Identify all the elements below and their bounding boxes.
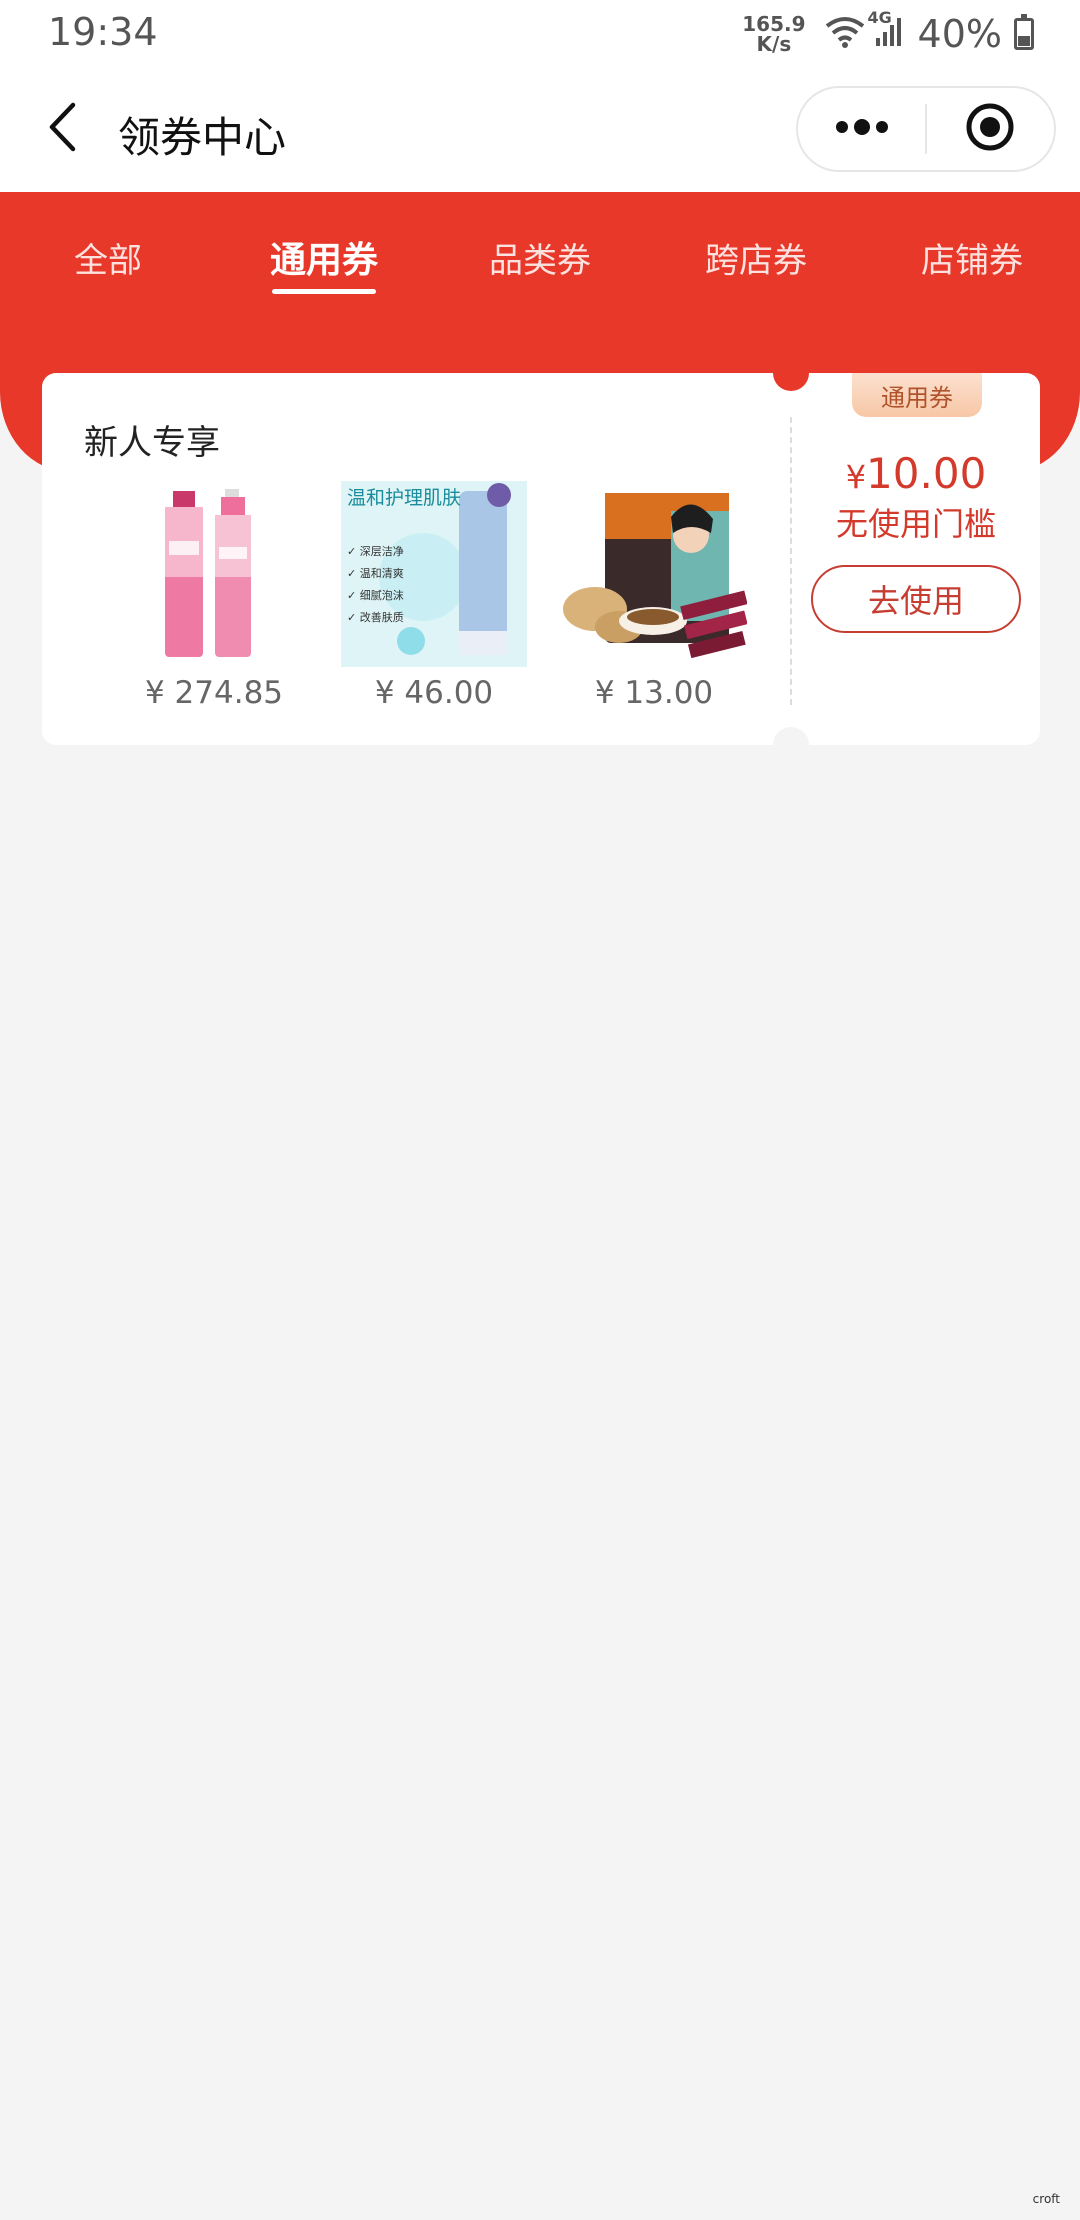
coupon-amount: ¥10.00: [845, 449, 987, 498]
cellular-signal-icon: 4G: [868, 8, 904, 52]
use-coupon-button[interactable]: 去使用: [811, 565, 1021, 633]
coupon-heading: 新人专享: [84, 423, 220, 463]
svg-text:✓ 改善肤质: ✓ 改善肤质: [347, 610, 404, 624]
status-bar: 19:34 165.9 K/s 4G 40%: [0, 0, 1080, 66]
tab-category-coupon[interactable]: 品类券: [432, 192, 648, 322]
more-button[interactable]: [798, 88, 925, 170]
battery-icon: [1014, 14, 1034, 50]
svg-text:✓ 深层洁净: ✓ 深层洁净: [347, 544, 404, 558]
page-title: 领券中心: [118, 113, 287, 162]
battery-percent: 40%: [917, 12, 1002, 56]
wifi-icon: [824, 14, 866, 54]
product-price: ¥ 274.85: [144, 675, 284, 711]
product-price: ¥ 13.00: [594, 675, 714, 711]
title-bar: 领券中心: [0, 66, 1080, 192]
close-mini-program-button[interactable]: [927, 88, 1054, 170]
svg-text:✓ 细腻泡沫: ✓ 细腻泡沫: [347, 588, 404, 602]
product-item[interactable]: ¥ 274.85: [104, 481, 324, 711]
target-icon: [965, 102, 1015, 156]
more-dots-icon: [834, 119, 890, 139]
back-button[interactable]: [32, 96, 92, 162]
coupon-threshold: 无使用门槛: [835, 505, 996, 543]
status-indicators: 165.9 K/s 4G 40%: [742, 8, 1034, 58]
coupon-products-section: 新人专享 ¥ 274.85 ✓ 深层洁净 ✓ 温和清爽 ✓ 细腻泡沫 ✓ 改善肤…: [42, 373, 790, 745]
watermark: croft: [1032, 2192, 1060, 2206]
coupon-tabs: 全部 通用券 品类券 跨店券 店铺券: [0, 192, 1080, 322]
svg-text:✓ 温和清爽: ✓ 温和清爽: [347, 567, 404, 580]
coupon-type-badge: 通用券: [852, 373, 982, 417]
tab-all[interactable]: 全部: [0, 192, 216, 322]
net-speed: 165.9 K/s: [742, 12, 806, 56]
tab-cross-store-coupon[interactable]: 跨店券: [648, 192, 864, 322]
active-tab-indicator: [272, 289, 376, 294]
product-price: ¥ 46.00: [374, 675, 494, 711]
product-image-ginger-tea[interactable]: [561, 481, 747, 667]
coupon-value-section: 通用券 ¥10.00 无使用门槛 去使用: [792, 373, 1040, 745]
product-list: ¥ 274.85 ✓ 深层洁净 ✓ 温和清爽 ✓ 细腻泡沫 ✓ 改善肤质 温和护…: [104, 481, 764, 711]
product-image-toner[interactable]: [121, 481, 307, 667]
product-item[interactable]: ✓ 深层洁净 ✓ 温和清爽 ✓ 细腻泡沫 ✓ 改善肤质 温和护理肌肤 ¥ 46.…: [324, 481, 544, 711]
battery-fill: [1018, 35, 1030, 46]
mini-program-capsule: [796, 86, 1056, 172]
coupon-card: 新人专享 ¥ 274.85 ✓ 深层洁净 ✓ 温和清爽 ✓ 细腻泡沫 ✓ 改善肤…: [42, 355, 1040, 763]
product-image-caption: 温和护理肌肤: [347, 487, 462, 509]
product-image-cleanser[interactable]: ✓ 深层洁净 ✓ 温和清爽 ✓ 细腻泡沫 ✓ 改善肤质 温和护理肌肤: [341, 481, 527, 667]
chevron-left-icon: [47, 102, 77, 156]
status-time: 19:34: [48, 10, 158, 54]
tab-store-coupon[interactable]: 店铺券: [864, 192, 1080, 322]
tab-general-coupon[interactable]: 通用券: [216, 192, 432, 322]
product-item[interactable]: ¥ 13.00: [544, 481, 764, 711]
